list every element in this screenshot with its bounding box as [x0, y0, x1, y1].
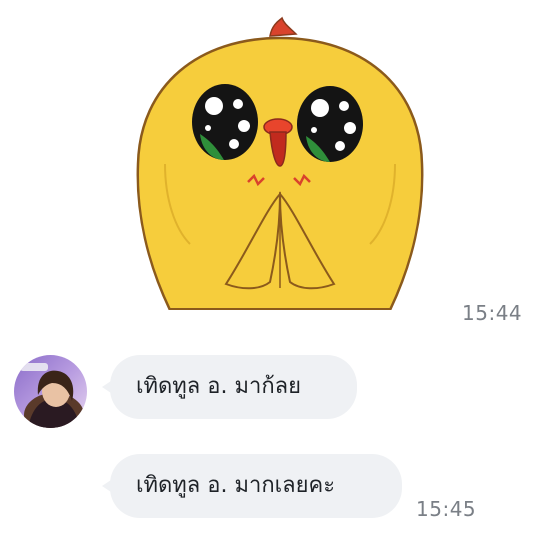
contact-avatar[interactable]: [14, 355, 87, 428]
message-bubble[interactable]: เทิดทูล อ. มากเลยคะ: [102, 454, 402, 518]
message-text: เทิดทูล อ. มากเลยคะ: [136, 473, 336, 498]
chat-thread: 15:44 เทิดทูล อ. มาก้ลย เทิดทูล อ. มากเล…: [0, 0, 559, 553]
message-text: เทิดทูล อ. มาก้ลย: [136, 374, 302, 399]
avatar-photo-icon: [14, 355, 87, 428]
message-timestamp: 15:44: [462, 301, 523, 325]
message-timestamp: 15:45: [416, 497, 477, 521]
message-bubble[interactable]: เทิดทูล อ. มาก้ลย: [102, 355, 357, 419]
yellow-chick-pleading-sticker[interactable]: [130, 14, 430, 310]
sticker-message-row: 15:44: [0, 0, 559, 330]
